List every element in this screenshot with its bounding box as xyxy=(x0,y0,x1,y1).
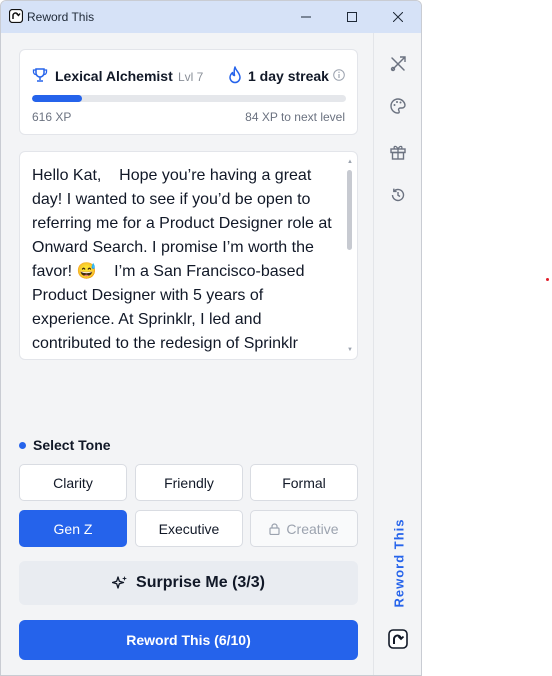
tone-creative-button[interactable]: Creative xyxy=(250,510,358,547)
tone-option-label: Gen Z xyxy=(53,520,93,537)
flame-icon xyxy=(229,66,241,84)
tone-formal-button[interactable]: Formal xyxy=(250,464,358,501)
gift-icon[interactable] xyxy=(389,143,407,161)
title-bar[interactable]: Reword This xyxy=(1,1,421,33)
minimize-icon xyxy=(301,16,311,18)
app-icon xyxy=(9,9,23,23)
reword-label: Reword This (6/10) xyxy=(126,632,251,648)
close-icon xyxy=(393,12,403,22)
tone-option-label: Creative xyxy=(286,520,339,537)
cursor-dot xyxy=(546,278,549,281)
tone-dot-icon xyxy=(19,441,26,449)
brand-vertical-label: Reword This xyxy=(390,515,408,611)
tone-option-label: Formal xyxy=(282,474,326,491)
badge-name: Lexical Alchemist xyxy=(55,68,173,84)
xp-progress-fill xyxy=(32,95,83,102)
side-rail: Reword This xyxy=(373,33,421,675)
lock-icon xyxy=(269,522,281,535)
tone-section-header: Select Tone xyxy=(19,437,111,453)
scroll-thumb[interactable] xyxy=(347,170,352,250)
message-textarea[interactable]: Hello Kat, Hope you’re having a great da… xyxy=(19,151,358,360)
extension-window: Reword This Lexical Alchemist Lvl 7 1 da… xyxy=(0,0,422,676)
progress-card: Lexical Alchemist Lvl 7 1 day streak 616… xyxy=(19,49,358,135)
xp-progress-bar xyxy=(32,95,346,102)
close-button[interactable] xyxy=(375,1,421,33)
tone-heading: Select Tone xyxy=(33,437,111,453)
main-panel: Lexical Alchemist Lvl 7 1 day streak 616… xyxy=(1,33,373,675)
tone-option-label: Friendly xyxy=(164,474,214,491)
xp-current: 616 XP xyxy=(32,110,72,124)
tone-executive-button[interactable]: Executive xyxy=(135,510,243,547)
level-label: Lvl 7 xyxy=(178,70,204,84)
tone-friendly-button[interactable]: Friendly xyxy=(135,464,243,501)
sparkle-icon xyxy=(112,576,128,589)
scroll-down-icon[interactable]: ▼ xyxy=(346,346,354,354)
maximize-icon xyxy=(347,12,357,22)
scroll-up-icon[interactable]: ▲ xyxy=(346,158,354,166)
xp-remaining: 84 XP to next level xyxy=(245,110,345,124)
tools-icon[interactable] xyxy=(389,55,407,73)
tone-genz-button[interactable]: Gen Z xyxy=(19,510,127,547)
window-title: Reword This xyxy=(27,10,95,24)
tone-option-label: Clarity xyxy=(53,474,93,491)
trophy-icon xyxy=(32,68,48,82)
palette-icon[interactable] xyxy=(389,97,407,115)
logo-icon[interactable] xyxy=(388,629,408,649)
minimize-button[interactable] xyxy=(283,1,329,33)
surprise-me-button[interactable]: Surprise Me (3/3) xyxy=(19,561,358,605)
message-text[interactable]: Hello Kat, Hope you’re having a great da… xyxy=(32,164,342,356)
reword-button[interactable]: Reword This (6/10) xyxy=(19,620,358,660)
tone-option-label: Executive xyxy=(158,520,220,537)
maximize-button[interactable] xyxy=(329,1,375,33)
info-icon[interactable] xyxy=(333,69,345,81)
surprise-label: Surprise Me (3/3) xyxy=(136,574,265,591)
message-scrollbar[interactable]: ▲ ▼ xyxy=(346,158,354,354)
tone-clarity-button[interactable]: Clarity xyxy=(19,464,127,501)
history-icon[interactable] xyxy=(389,186,407,204)
streak-label: 1 day streak xyxy=(248,68,329,84)
brand-text: Reword This xyxy=(391,518,407,608)
